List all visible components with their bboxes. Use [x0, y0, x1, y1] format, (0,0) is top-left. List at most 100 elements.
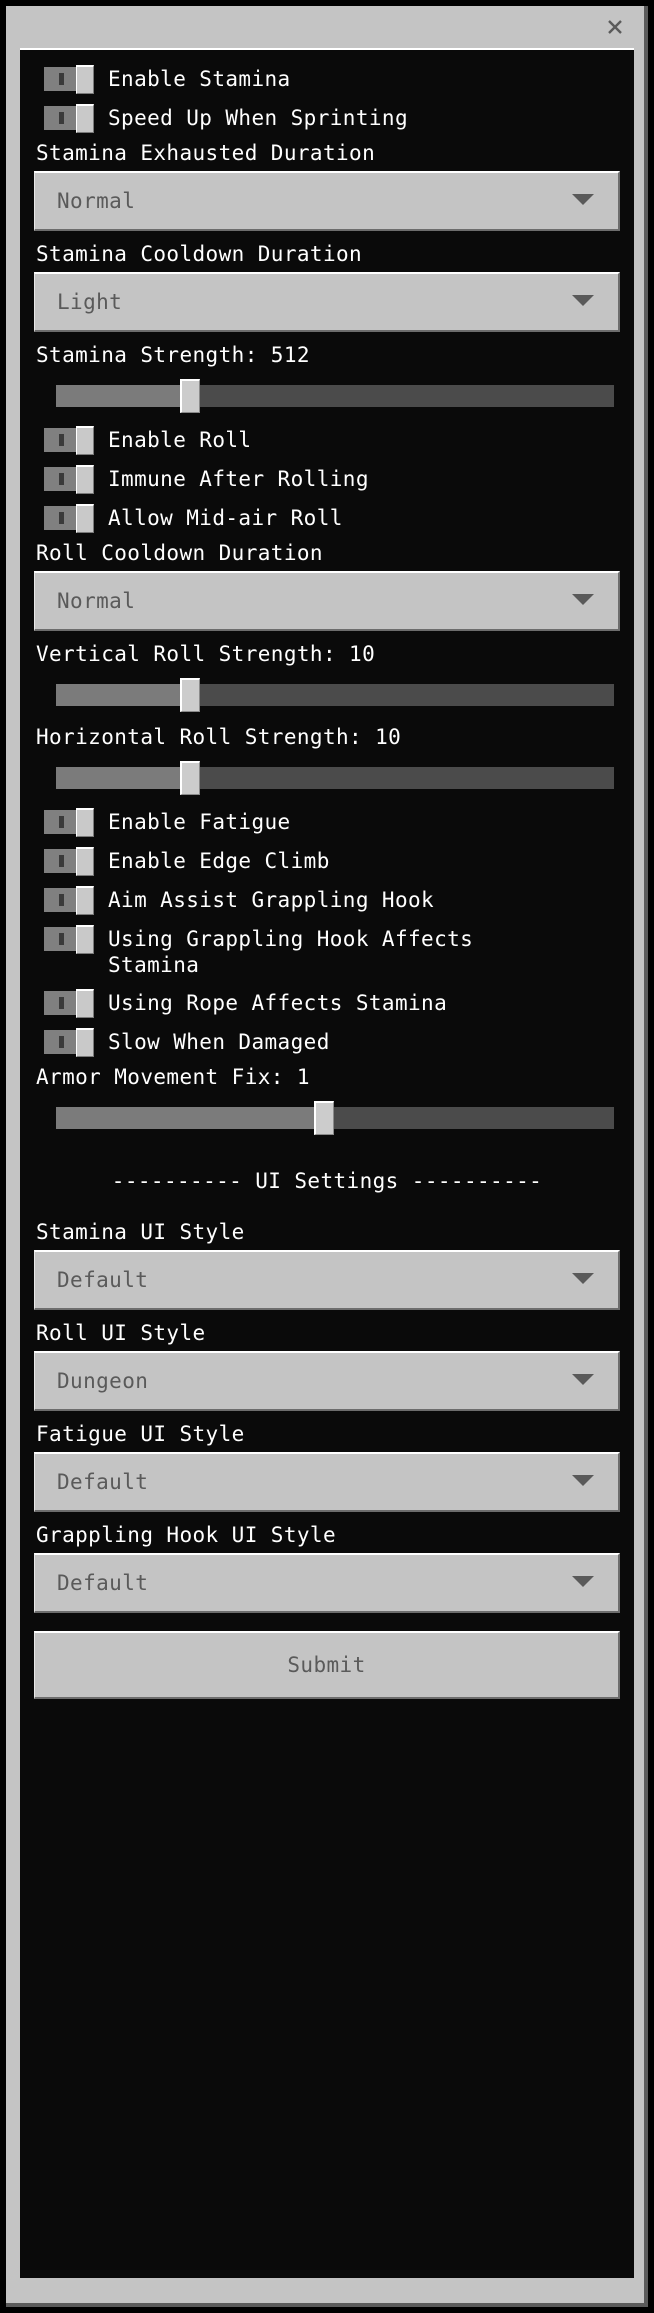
slider-fill — [56, 684, 190, 706]
dropdown-stamina-exhausted-duration[interactable]: Normal — [34, 171, 620, 231]
slider-knob[interactable] — [179, 678, 200, 712]
row-slow-when-damaged[interactable]: Slow When Damaged — [34, 1023, 620, 1060]
dropdown-stamina-cooldown-duration[interactable]: Light — [34, 272, 620, 332]
settings-panel-wrapper: Enable Stamina Speed Up When Sprinting S… — [20, 48, 634, 2291]
slider-knob[interactable] — [313, 1101, 334, 1135]
slider-stamina-strength[interactable] — [34, 379, 620, 413]
row-immune-after-rolling[interactable]: Immune After Rolling — [34, 460, 620, 497]
row-speed-up-sprinting[interactable]: Speed Up When Sprinting — [34, 99, 620, 136]
dropdown-value: Normal — [57, 189, 136, 213]
toggle-allow-midair-roll[interactable] — [44, 504, 94, 533]
slider-armor-movement-fix[interactable] — [34, 1101, 620, 1135]
label-grappling-hook-affects-stamina: Using Grappling Hook Affects Stamina — [108, 927, 487, 977]
dropdown-fatigue-ui-style[interactable]: Default — [34, 1452, 620, 1512]
slider-knob[interactable] — [179, 379, 200, 413]
chevron-down-icon — [570, 1270, 596, 1290]
dropdown-stamina-ui-style[interactable]: Default — [34, 1250, 620, 1310]
close-icon — [606, 18, 624, 36]
label-vertical-roll-strength: Vertical Roll Strength: 10 — [36, 642, 376, 666]
toggle-knob-icon — [76, 886, 94, 915]
label-stamina-cooldown-duration: Stamina Cooldown Duration — [36, 242, 363, 266]
toggle-indicator-icon — [59, 512, 64, 524]
ui-settings-divider: ---------- UI Settings ---------- — [111, 1169, 543, 1193]
chevron-down-icon — [570, 1573, 596, 1593]
toggle-indicator-icon — [59, 1036, 64, 1048]
label-fatigue-ui-style: Fatigue UI Style — [36, 1422, 245, 1446]
toggle-grappling-hook-affects-stamina[interactable] — [44, 925, 94, 954]
dropdown-roll-ui-style[interactable]: Dungeon — [34, 1351, 620, 1411]
toggle-indicator-icon — [59, 473, 64, 485]
label-horizontal-roll-strength: Horizontal Roll Strength: 10 — [36, 725, 402, 749]
slider-vertical-roll-strength[interactable] — [34, 678, 620, 712]
title-bar — [6, 6, 644, 48]
row-allow-midair-roll[interactable]: Allow Mid-air Roll — [34, 499, 620, 536]
row-aim-assist-grappling-hook[interactable]: Aim Assist Grappling Hook — [34, 881, 620, 918]
chevron-down-icon — [570, 1371, 596, 1391]
dropdown-value: Default — [57, 1571, 149, 1595]
chevron-down-icon — [570, 591, 596, 611]
row-enable-edge-climb[interactable]: Enable Edge Climb — [34, 842, 620, 879]
toggle-indicator-icon — [59, 816, 64, 828]
dropdown-roll-cooldown-duration[interactable]: Normal — [34, 571, 620, 631]
slider-knob[interactable] — [179, 761, 200, 795]
dropdown-value: Default — [57, 1470, 149, 1494]
dropdown-value: Light — [57, 290, 123, 314]
submit-button[interactable]: Submit — [34, 1631, 620, 1699]
label-aim-assist-grappling-hook: Aim Assist Grappling Hook — [108, 888, 435, 912]
toggle-rope-affects-stamina[interactable] — [44, 989, 94, 1018]
label-enable-stamina: Enable Stamina — [108, 67, 291, 91]
window-inner: Enable Stamina Speed Up When Sprinting S… — [6, 6, 648, 2307]
row-grappling-hook-affects-stamina[interactable]: Using Grappling Hook Affects Stamina — [34, 920, 620, 982]
label-armor-movement-fix: Armor Movement Fix: 1 — [36, 1065, 310, 1089]
toggle-knob-icon — [76, 925, 94, 954]
toggle-knob-icon — [76, 465, 94, 494]
label-slow-when-damaged: Slow When Damaged — [108, 1030, 330, 1054]
label-grappling-hook-ui-style: Grappling Hook UI Style — [36, 1523, 336, 1547]
close-button[interactable] — [604, 16, 626, 38]
label-roll-cooldown-duration: Roll Cooldown Duration — [36, 541, 323, 565]
label-allow-midair-roll: Allow Mid-air Roll — [108, 506, 343, 530]
row-enable-fatigue[interactable]: Enable Fatigue — [34, 803, 620, 840]
toggle-slow-when-damaged[interactable] — [44, 1028, 94, 1057]
toggle-knob-icon — [76, 1028, 94, 1057]
slider-fill — [56, 767, 190, 789]
label-enable-roll: Enable Roll — [108, 428, 252, 452]
toggle-indicator-icon — [59, 894, 64, 906]
toggle-enable-fatigue[interactable] — [44, 808, 94, 837]
toggle-knob-icon — [76, 65, 94, 94]
toggle-immune-after-rolling[interactable] — [44, 465, 94, 494]
row-rope-affects-stamina[interactable]: Using Rope Affects Stamina — [34, 984, 620, 1021]
label-stamina-exhausted-duration: Stamina Exhausted Duration — [36, 141, 376, 165]
mod-settings-window: Enable Stamina Speed Up When Sprinting S… — [0, 0, 654, 2313]
toggle-indicator-icon — [59, 855, 64, 867]
dropdown-value: Default — [57, 1268, 149, 1292]
toggle-enable-roll[interactable] — [44, 426, 94, 455]
toggle-knob-icon — [76, 104, 94, 133]
label-stamina-ui-style: Stamina UI Style — [36, 1220, 245, 1244]
toggle-aim-assist-grappling-hook[interactable] — [44, 886, 94, 915]
toggle-enable-stamina[interactable] — [44, 65, 94, 94]
toggle-knob-icon — [76, 989, 94, 1018]
toggle-indicator-icon — [59, 434, 64, 446]
toggle-knob-icon — [76, 504, 94, 533]
slider-fill — [56, 385, 190, 407]
chevron-down-icon — [570, 191, 596, 211]
toggle-knob-icon — [76, 426, 94, 455]
label-speed-up-sprinting: Speed Up When Sprinting — [108, 106, 408, 130]
label-enable-fatigue: Enable Fatigue — [108, 810, 291, 834]
submit-wrapper: Submit — [34, 1619, 620, 1699]
label-enable-edge-climb: Enable Edge Climb — [108, 849, 330, 873]
dropdown-grappling-hook-ui-style[interactable]: Default — [34, 1553, 620, 1613]
dropdown-value: Normal — [57, 589, 136, 613]
row-enable-roll[interactable]: Enable Roll — [34, 421, 620, 458]
label-roll-ui-style: Roll UI Style — [36, 1321, 206, 1345]
toggle-indicator-icon — [59, 73, 64, 85]
row-enable-stamina[interactable]: Enable Stamina — [34, 60, 620, 97]
toggle-indicator-icon — [59, 112, 64, 124]
label-stamina-strength: Stamina Strength: 512 — [36, 343, 310, 367]
label-immune-after-rolling: Immune After Rolling — [108, 467, 369, 491]
slider-horizontal-roll-strength[interactable] — [34, 761, 620, 795]
toggle-indicator-icon — [59, 933, 64, 945]
toggle-enable-edge-climb[interactable] — [44, 847, 94, 876]
toggle-speed-up-sprinting[interactable] — [44, 104, 94, 133]
